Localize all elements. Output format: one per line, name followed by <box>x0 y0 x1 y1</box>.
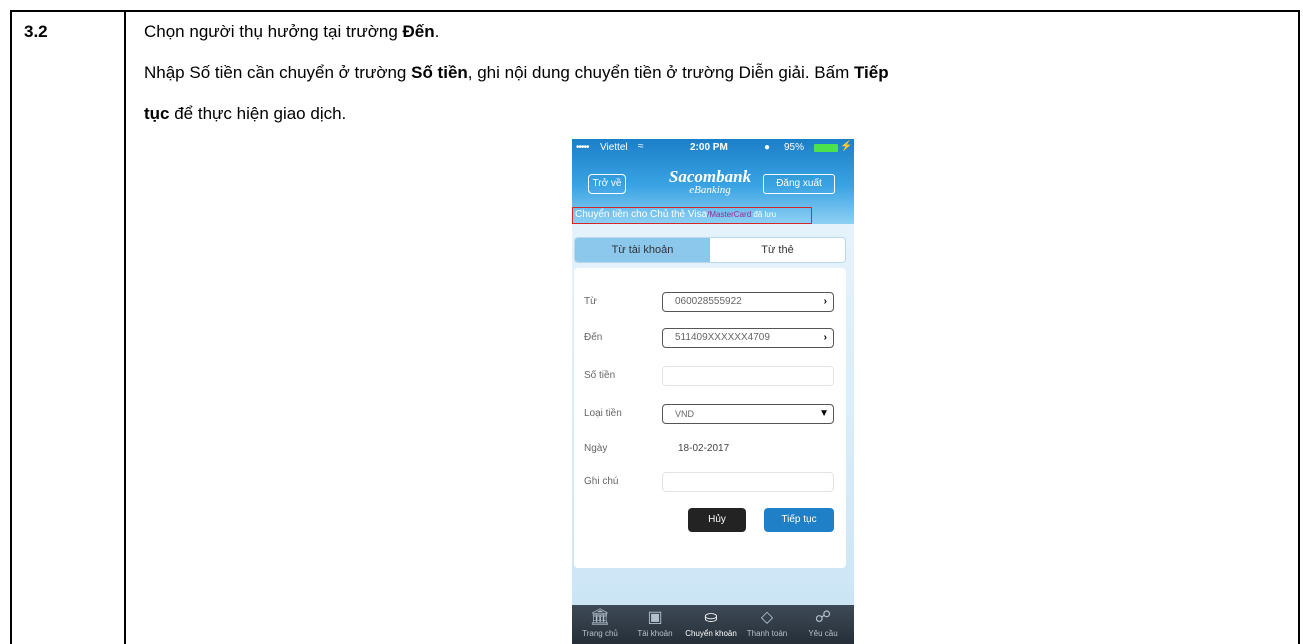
logout-button[interactable]: Đăng xuất <box>763 174 835 194</box>
currency-select[interactable]: VND ▼ <box>662 404 834 424</box>
to-label: Đến <box>584 332 603 343</box>
nav-request[interactable]: ☍ Yêu cầu <box>795 607 851 638</box>
from-label: Từ <box>584 296 597 307</box>
nav-home[interactable]: 🏛 Trang chủ <box>572 607 628 638</box>
signal-icon: ••••• <box>576 142 589 153</box>
nav-payment[interactable]: ◇ Thanh toán <box>739 607 795 638</box>
back-button[interactable]: Trở về <box>588 174 626 194</box>
bottom-nav: 🏛 Trang chủ ▣ Tài khoản ⛀ Chuyển khoản ◇ Tha… <box>572 605 854 644</box>
status-bar: ••••• Viettel ≈ 2:00 PM ● 95% ⚡ <box>572 141 854 155</box>
payment-icon: ◇ <box>760 609 774 626</box>
nav-transfer[interactable]: ⛀ Chuyển khoản <box>683 607 739 638</box>
handshake-icon: ☍ <box>814 609 832 626</box>
chevron-right-icon: › <box>823 332 827 343</box>
continue-button[interactable]: Tiếp tục <box>764 508 834 532</box>
to-beneficiary-select[interactable]: 511409XXXXXX4709 › <box>662 328 834 348</box>
cancel-button[interactable]: Hủy <box>688 508 746 532</box>
instruction-line-3: tục để thực hiện giao dịch. <box>144 104 347 123</box>
wifi-icon: ≈ <box>638 141 644 152</box>
instruction-line-1: Chọn người thụ hưởng tại trường Đến. <box>144 22 440 41</box>
alarm-icon: ● <box>764 142 771 153</box>
wallet-icon: ▣ <box>647 609 663 626</box>
tab-from-account[interactable]: Từ tài khoản <box>575 238 710 262</box>
charging-icon: ⚡ <box>840 141 853 152</box>
battery-percent: 95% <box>784 142 805 153</box>
source-tabs: Từ tài khoản Từ thẻ <box>574 237 846 263</box>
tab-from-card[interactable]: Từ thẻ <box>710 238 845 262</box>
carrier-label: Viettel <box>600 142 628 153</box>
app-header: ••••• Viettel ≈ 2:00 PM ● 95% ⚡ Trở về S… <box>572 139 854 224</box>
note-input[interactable] <box>662 472 834 492</box>
amount-input[interactable] <box>662 366 834 386</box>
nav-account[interactable]: ▣ Tài khoản <box>627 607 683 638</box>
note-label: Ghi chú <box>584 476 619 487</box>
amount-label: Số tiền <box>584 370 616 381</box>
dropdown-arrow-icon: ▼ <box>819 408 829 419</box>
phone-screenshot: ••••• Viettel ≈ 2:00 PM ● 95% ⚡ Trở về S… <box>572 139 854 644</box>
bank-icon: 🏛 <box>589 609 611 626</box>
step-number: 3.2 <box>24 22 48 41</box>
date-label: Ngày <box>584 443 608 454</box>
from-account-select[interactable]: 060028555922 › <box>662 292 834 312</box>
chevron-right-icon: › <box>823 296 827 307</box>
step-column: 3.2 <box>12 12 126 644</box>
coins-icon: ⛀ <box>704 609 718 626</box>
currency-label: Loại tiền <box>584 408 622 419</box>
date-value: 18-02-2017 <box>678 443 730 454</box>
status-time: 2:00 PM <box>690 142 728 153</box>
instruction-line-2: Nhập Số tiền cần chuyển ở trường Số tiền… <box>144 63 889 82</box>
sacombank-logo: Sacombank eBanking <box>668 167 752 196</box>
screen-title: Chuyển tiền cho Chủ thẻ Visa/MasterCard … <box>572 207 812 224</box>
battery-icon <box>814 144 838 152</box>
transfer-form: Từ 060028555922 › Đến 511409XXXXXX4709 › S… <box>574 268 846 568</box>
